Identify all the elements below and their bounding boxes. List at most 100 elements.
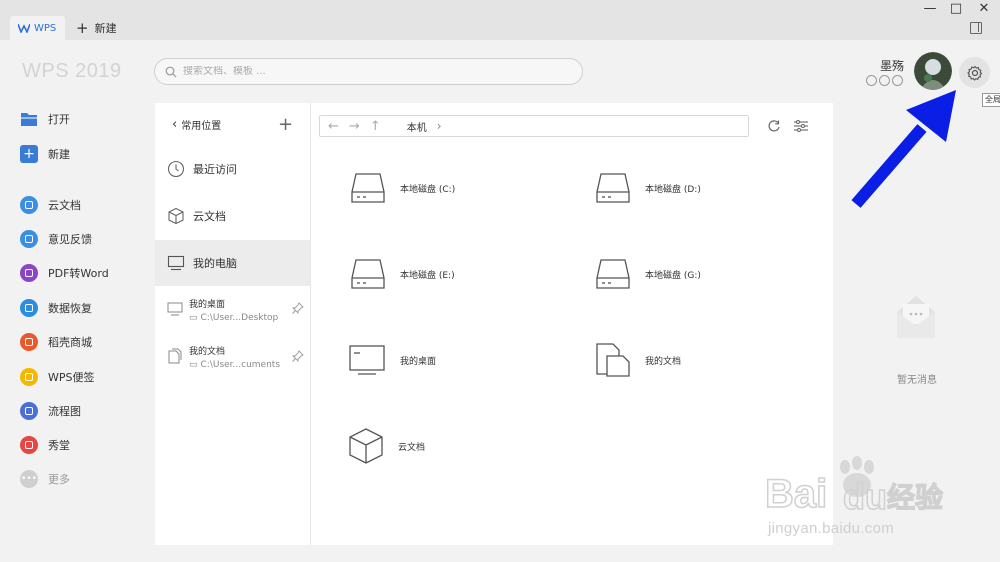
folder-label: 我的桌面 (400, 356, 437, 367)
flowchart-icon (20, 402, 38, 420)
path-monitor-icon: ▭ (189, 360, 198, 370)
new-tab-button[interactable]: + 新建 (76, 17, 117, 39)
favorite-path: C:\User...Desktop (200, 313, 279, 323)
sidebar-toggle-icon[interactable] (970, 22, 982, 34)
favorite-path: C:\User...cuments (200, 360, 281, 370)
location-label: 云文档 (193, 210, 226, 223)
location-item-recent[interactable]: 最近访问 (167, 160, 237, 178)
plus-icon: + (76, 19, 89, 37)
sidebar-item-more[interactable]: ••• 更多 (20, 468, 70, 490)
view-options-icon[interactable] (794, 120, 808, 132)
monitor-icon (167, 255, 185, 271)
sidebar-item-label: 更多 (48, 473, 70, 486)
folder-item-documents[interactable]: 我的文档 (595, 342, 681, 378)
sidebar-item-cloud-doc[interactable]: 云文档 (20, 194, 81, 216)
sidebar-item-docer-store[interactable]: 稻壳商城 (20, 331, 92, 353)
file-browser-panel (311, 103, 833, 545)
search-input[interactable] (183, 66, 563, 77)
gear-icon (966, 65, 982, 81)
settings-button[interactable] (959, 57, 990, 88)
favorite-item-desktop[interactable]: 我的桌面 ▭ C:\User...Desktop (167, 297, 278, 323)
close-button[interactable]: ✕ (972, 0, 996, 16)
favorite-item-documents[interactable]: 我的文档 ▭ C:\User...cuments (167, 344, 280, 370)
folder-label: 我的文档 (645, 356, 682, 367)
drive-label: 本地磁盘 (E:) (400, 270, 455, 281)
sidebar-item-wps-notes[interactable]: WPS便签 (20, 366, 95, 388)
desktop-icon (349, 345, 385, 375)
location-label: 我的电脑 (193, 257, 237, 270)
location-item-my-computer[interactable]: 我的电脑 (167, 254, 237, 272)
xiutang-icon (20, 436, 38, 454)
watermark-url: jingyan.baidu.com (768, 520, 895, 537)
plus-square-icon: + (20, 145, 38, 163)
path-monitor-icon: ▭ (189, 313, 198, 323)
pdf-icon (20, 264, 38, 282)
sidebar-item-pdf-to-word[interactable]: PDF转Word (20, 262, 109, 284)
back-arrow-icon[interactable]: ← (328, 119, 339, 134)
sidebar-item-flowchart[interactable]: 流程图 (20, 400, 81, 422)
sidebar-item-feedback[interactable]: 意见反馈 (20, 228, 92, 250)
title-bar (0, 0, 1000, 40)
folder-item-cloud[interactable]: 云文档 (348, 427, 425, 465)
favorite-label: 我的桌面 (189, 300, 226, 310)
sidebar-item-label: 流程图 (48, 405, 81, 418)
sidebar-item-xiutang[interactable]: 秀堂 (20, 434, 70, 456)
folder-label: 云文档 (398, 442, 426, 453)
app-title: WPS 2019 (22, 60, 122, 82)
forward-arrow-icon[interactable]: → (349, 119, 360, 134)
minimize-button[interactable]: — (918, 0, 942, 16)
breadcrumb[interactable]: 本机 (407, 119, 427, 134)
svg-text:du: du (843, 476, 887, 517)
drive-item-g[interactable]: 本地磁盘 (G:) (595, 258, 701, 290)
sidebar-item-label: 稻壳商城 (48, 336, 92, 349)
hard-drive-icon (596, 259, 630, 289)
sidebar-item-label: 秀堂 (48, 439, 70, 452)
navigation-bar[interactable]: ← → ↑ 本机 › (319, 115, 749, 137)
baidu-watermark-logo: Bai du 经验 (765, 455, 955, 519)
sidebar-item-label: 新建 (48, 148, 70, 161)
folder-open-icon (20, 110, 38, 128)
pin-icon[interactable] (292, 350, 304, 362)
sidebar-item-open[interactable]: 打开 (20, 108, 70, 130)
user-badges (866, 75, 903, 86)
sidebar-item-label: 意见反馈 (48, 233, 92, 246)
mail-icon (895, 294, 937, 340)
up-arrow-icon[interactable]: ↑ (370, 119, 381, 134)
tab-wps-home[interactable]: WPS (10, 16, 65, 40)
more-icon: ••• (20, 470, 38, 488)
add-location-button[interactable]: + (278, 114, 293, 135)
annotation-arrow (850, 88, 962, 210)
cube-icon (349, 428, 383, 464)
folder-item-desktop[interactable]: 我的桌面 (348, 344, 436, 376)
note-icon (20, 368, 38, 386)
refresh-icon[interactable] (767, 119, 781, 133)
documents-icon (168, 348, 182, 364)
chevron-right-icon: › (436, 119, 442, 133)
pin-icon[interactable] (292, 302, 304, 314)
drive-item-e[interactable]: 本地磁盘 (E:) (350, 258, 455, 290)
documents-icon (596, 343, 630, 377)
sidebar-item-label: WPS便签 (48, 371, 95, 384)
sidebar-item-new[interactable]: + 新建 (20, 143, 70, 165)
chevron-left-icon: ‹ (172, 117, 178, 132)
sidebar-item-label: PDF转Word (48, 267, 109, 280)
search-icon (165, 66, 177, 77)
no-message-text: 暂无消息 (897, 375, 937, 386)
sidebar-item-label: 数据恢复 (48, 302, 92, 315)
desktop-icon (167, 302, 183, 316)
maximize-button[interactable]: □ (944, 0, 968, 16)
common-locations-header[interactable]: ‹ 常用位置 (172, 117, 221, 132)
drive-item-d[interactable]: 本地磁盘 (D:) (595, 172, 701, 204)
avatar[interactable] (914, 52, 952, 90)
wps-logo-icon (18, 23, 30, 33)
tab-label: WPS (34, 22, 57, 34)
drive-label: 本地磁盘 (G:) (645, 270, 701, 281)
drive-item-c[interactable]: 本地磁盘 (C:) (350, 172, 455, 204)
common-locations-label: 常用位置 (181, 121, 222, 132)
sidebar-item-data-recovery[interactable]: 数据恢复 (20, 297, 92, 319)
level-badge-icon (879, 75, 890, 86)
location-item-cloud[interactable]: 云文档 (167, 207, 226, 225)
svg-text:Bai: Bai (765, 472, 827, 516)
search-box[interactable] (154, 58, 583, 85)
svg-text:经验: 经验 (887, 481, 943, 514)
